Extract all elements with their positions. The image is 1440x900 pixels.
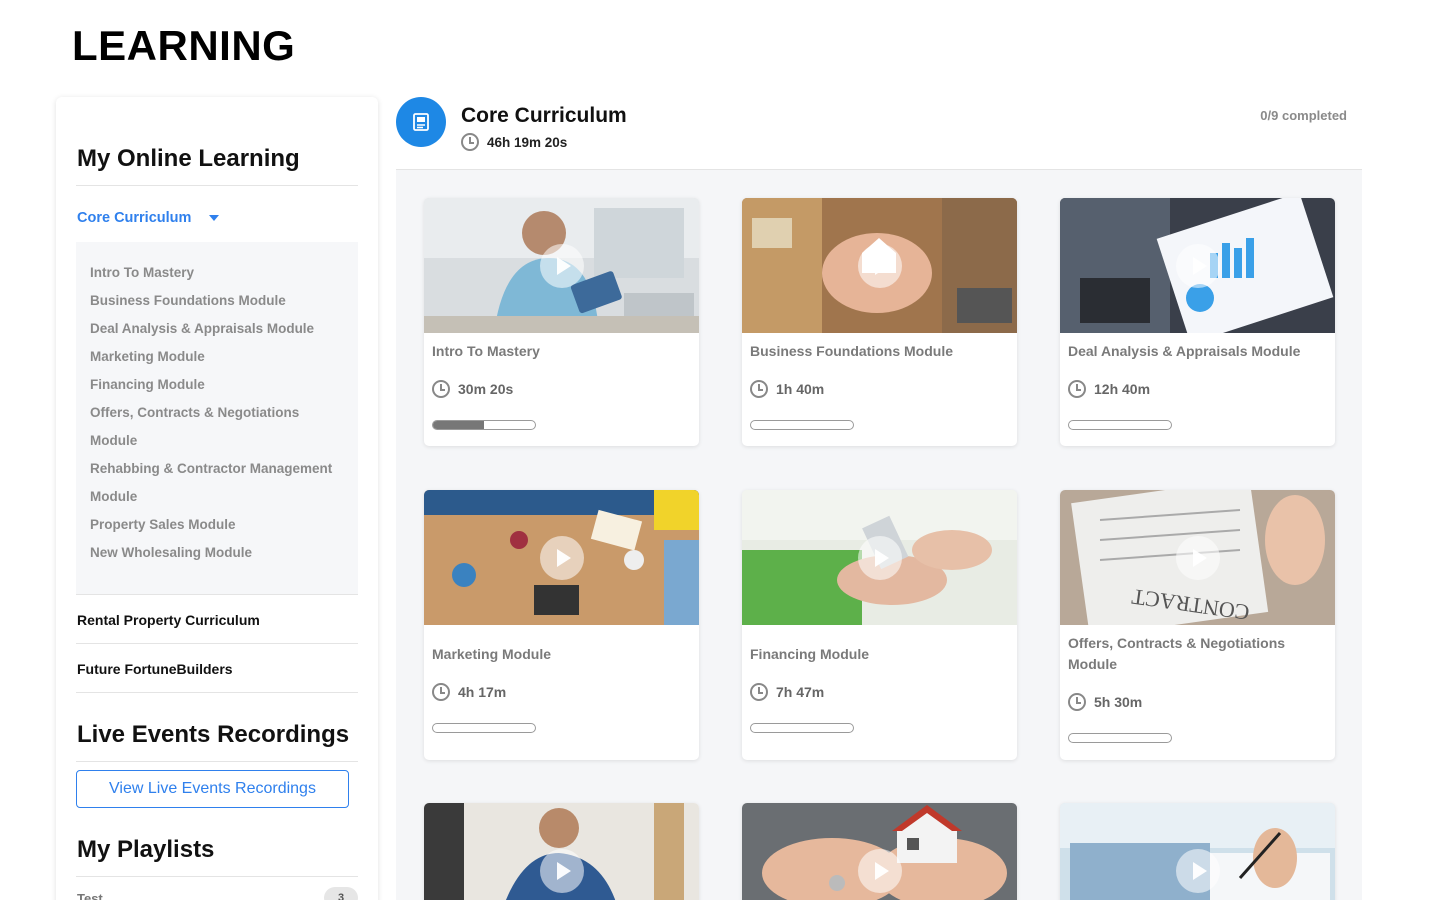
submenu-item[interactable]: Module [90, 427, 344, 455]
module-thumbnail: CONTRACT [1060, 490, 1335, 625]
sidebar-item-rental-property[interactable]: Rental Property Curriculum [77, 612, 260, 628]
duration-text: 1h 40m [776, 381, 825, 397]
play-icon[interactable] [539, 848, 584, 893]
playlist-count-badge: 3 [324, 887, 358, 900]
module-card[interactable] [742, 803, 1017, 900]
play-icon[interactable] [539, 243, 584, 288]
sidebar-item-future-fortunebuilders[interactable]: Future FortuneBuilders [77, 661, 233, 677]
completion-status: 0/9 completed [1260, 108, 1347, 123]
clock-icon [750, 380, 768, 398]
submenu-item[interactable]: Deal Analysis & Appraisals Module [90, 315, 344, 343]
module-card[interactable]: Business Foundations Module 1h 40m [742, 198, 1017, 446]
module-card[interactable]: Deal Analysis & Appraisals Module 12h 40… [1060, 198, 1335, 446]
module-duration: 1h 40m [750, 380, 1009, 398]
curriculum-book-icon [396, 97, 446, 147]
live-events-heading: Live Events Recordings [77, 721, 350, 748]
module-duration: 30m 20s [432, 380, 691, 398]
play-icon[interactable] [1175, 848, 1220, 893]
divider [76, 594, 358, 595]
module-card[interactable]: CONTRACT Offers, Contracts & Negotiation… [1060, 490, 1335, 760]
play-icon[interactable] [857, 848, 902, 893]
module-duration: 5h 30m [1068, 693, 1327, 711]
module-title: Offers, Contracts & Negotiations Module [1068, 635, 1286, 672]
module-title: Business Foundations Module [750, 343, 954, 359]
module-title: Deal Analysis & Appraisals Module [1068, 343, 1301, 359]
module-thumbnail [742, 198, 1017, 333]
module-duration: 12h 40m [1068, 380, 1327, 398]
submenu-item[interactable]: Business Foundations Module [90, 287, 344, 315]
module-duration: 4h 17m [432, 683, 691, 701]
online-learning-heading: My Online Learning [77, 145, 300, 172]
submenu-item[interactable]: Offers, Contracts & Negotiations [90, 399, 344, 427]
progress-bar [1068, 420, 1172, 430]
duration-text: 12h 40m [1094, 381, 1151, 397]
submenu-item[interactable]: New Wholesaling Module [90, 539, 344, 567]
submenu-item[interactable]: Module [90, 483, 344, 511]
module-title: Marketing Module [432, 646, 552, 662]
divider [76, 876, 358, 877]
divider [76, 761, 358, 762]
module-title: Intro To Mastery [432, 343, 540, 359]
module-thumbnail [424, 490, 699, 625]
sidebar: My Online Learning Core Curriculum Intro… [56, 97, 378, 900]
progress-bar [432, 723, 536, 733]
play-icon[interactable] [857, 243, 902, 288]
caret-down-icon [209, 215, 220, 221]
module-thumbnail [424, 803, 699, 900]
divider [76, 185, 358, 186]
module-card[interactable] [424, 803, 699, 900]
clock-icon [432, 683, 450, 701]
clock-icon [1068, 693, 1086, 711]
submenu-item[interactable]: Marketing Module [90, 343, 344, 371]
play-icon[interactable] [857, 535, 902, 580]
progress-bar [1068, 733, 1172, 743]
duration-text: 46h 19m 20s [487, 134, 568, 150]
submenu-item[interactable]: Property Sales Module [90, 511, 344, 539]
view-live-events-button[interactable]: View Live Events Recordings [76, 770, 349, 808]
progress-bar [432, 420, 536, 430]
clock-icon [1068, 380, 1086, 398]
module-thumbnail [424, 198, 699, 333]
curriculum-title: Core Curriculum [461, 104, 627, 127]
module-thumbnail [1060, 803, 1335, 900]
page-title: LEARNING [72, 22, 296, 69]
clock-icon [461, 133, 479, 151]
sidebar-item-core-curriculum[interactable]: Core Curriculum [77, 210, 220, 226]
divider [76, 692, 358, 693]
module-thumbnail [1060, 198, 1335, 333]
submenu-item[interactable]: Financing Module [90, 371, 344, 399]
submenu-item[interactable]: Intro To Mastery [90, 259, 344, 287]
module-thumbnail [742, 803, 1017, 900]
progress-bar [750, 420, 854, 430]
playlist-name: Test [77, 890, 103, 900]
divider [76, 643, 358, 644]
module-thumbnail [742, 490, 1017, 625]
playlists-heading: My Playlists [77, 836, 215, 863]
sidebar-item-label: Core Curriculum [77, 210, 192, 226]
play-icon[interactable] [1175, 243, 1220, 288]
module-card[interactable]: Marketing Module 4h 17m [424, 490, 699, 760]
submenu-item[interactable]: Rehabbing & Contractor Management [90, 455, 344, 483]
module-title: Financing Module [750, 646, 869, 662]
module-duration: 7h 47m [750, 683, 1009, 701]
progress-fill [433, 421, 484, 429]
clock-icon [750, 683, 768, 701]
curriculum-submenu: Intro To Mastery Business Foundations Mo… [76, 242, 358, 594]
module-card[interactable] [1060, 803, 1335, 900]
clock-icon [432, 380, 450, 398]
play-icon[interactable] [1175, 535, 1220, 580]
duration-text: 7h 47m [776, 684, 825, 700]
module-card[interactable]: Intro To Mastery 30m 20s [424, 198, 699, 446]
playlist-item[interactable]: Test 3 [77, 887, 358, 900]
curriculum-duration: 46h 19m 20s [461, 133, 567, 151]
duration-text: 30m 20s [458, 381, 514, 397]
progress-bar [750, 723, 854, 733]
duration-text: 4h 17m [458, 684, 507, 700]
play-icon[interactable] [539, 535, 584, 580]
duration-text: 5h 30m [1094, 694, 1143, 710]
module-card[interactable]: Financing Module 7h 47m [742, 490, 1017, 760]
